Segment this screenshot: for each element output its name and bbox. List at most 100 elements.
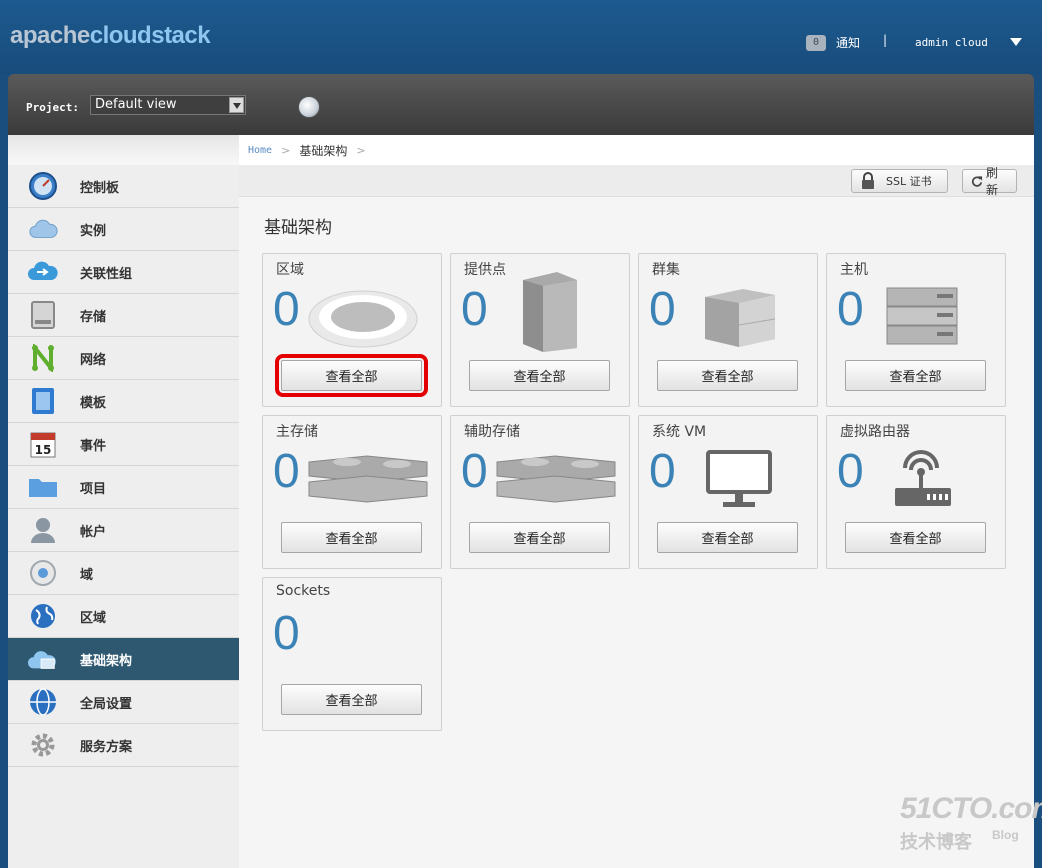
chevron-right-icon: > (281, 143, 291, 157)
network-icon (28, 343, 58, 373)
card-title: 辅助存储 (464, 424, 520, 440)
notifications-count-badge: 0 (806, 34, 826, 51)
globe-icon (28, 601, 58, 631)
sidebar-item-label: 关联性组 (80, 266, 133, 282)
sidebar-item[interactable]: 关联性组 (8, 251, 239, 294)
sidebar-item-label: 区域 (80, 610, 107, 626)
router-icon (891, 448, 953, 512)
lock-icon (862, 172, 874, 189)
global-settings-icon (28, 687, 58, 717)
cluster-icon (703, 287, 779, 353)
sidebar-item[interactable]: 服务方案 (8, 724, 239, 767)
infrastructure-card: Sockets 0 查看全部 (262, 577, 442, 731)
monitor-icon (705, 449, 773, 513)
project-label: Project: (26, 101, 79, 114)
breadcrumb-home[interactable]: Home (248, 145, 272, 156)
user-icon (28, 515, 58, 545)
page-title: 基础架构 (264, 218, 332, 238)
sidebar-item-label: 存储 (80, 309, 107, 325)
view-all-button[interactable]: 查看全部 (845, 360, 986, 391)
view-all-button[interactable]: 查看全部 (469, 522, 610, 553)
watermark-blog: Blog (992, 828, 1019, 842)
sidebar-item[interactable]: 帐户 (8, 509, 239, 552)
view-all-button[interactable]: 查看全部 (657, 360, 798, 391)
pod-icon (519, 270, 583, 356)
globe-icon[interactable] (298, 96, 320, 118)
infrastructure-card: 主机 0 查看全部 (826, 253, 1006, 407)
sidebar-item-label: 网络 (80, 352, 107, 368)
sidebar-item-label: 实例 (80, 223, 107, 239)
view-all-button[interactable]: 查看全部 (281, 684, 422, 715)
card-title: 提供点 (464, 262, 506, 278)
sidebar-item-label: 域 (80, 567, 94, 583)
sidebar-item[interactable]: 15 事件 (8, 423, 239, 466)
infrastructure-card: 虚拟路由器 0 查看全部 (826, 415, 1006, 569)
infrastructure-card: 区域 0 查看全部 (262, 253, 442, 407)
card-count: 0 (461, 283, 488, 336)
sidebar-item[interactable]: 全局设置 (8, 681, 239, 724)
card-count: 0 (837, 283, 864, 336)
card-count: 0 (837, 445, 864, 498)
sidebar-item[interactable]: 基础架构 (8, 638, 239, 681)
sidebar-item-label: 全局设置 (80, 696, 133, 712)
card-count: 0 (273, 445, 300, 498)
action-bar: SSL 证书 刷新 (239, 165, 1034, 197)
card-title: 主机 (840, 262, 868, 278)
sidebar-item-label: 基础架构 (80, 653, 133, 669)
main-content: Home > 基础架构 > SSL 证书 刷新 基础架构 区域 0 查看全部 提供点 0… (239, 135, 1034, 868)
sidebar-item[interactable]: 区域 (8, 595, 239, 638)
notifications-button[interactable]: 0 通知 (806, 34, 860, 51)
zone-icon (307, 287, 419, 353)
sidebar-item-label: 帐户 (80, 524, 107, 540)
view-all-button[interactable]: 查看全部 (845, 522, 986, 553)
svg-text:15: 15 (35, 443, 52, 457)
sidebar-item[interactable]: 存储 (8, 294, 239, 337)
card-title: Sockets (276, 583, 331, 599)
view-all-button[interactable]: 查看全部 (281, 522, 422, 553)
sidebar-item[interactable]: 实例 (8, 208, 239, 251)
view-all-button[interactable]: 查看全部 (275, 354, 428, 397)
sidebar-item[interactable]: 项目 (8, 466, 239, 509)
ssl-certificate-label: SSL 证书 (886, 175, 932, 188)
calendar-icon: 15 (28, 429, 58, 459)
domain-icon (28, 558, 58, 588)
card-title: 区域 (276, 262, 304, 278)
cloudstack-logo[interactable]: apachecloudstack (10, 22, 211, 50)
notifications-label: 通知 (836, 36, 861, 50)
project-select[interactable]: Default view (90, 95, 246, 115)
storage-icon (28, 300, 58, 330)
card-count: 0 (273, 283, 300, 336)
card-title: 群集 (652, 262, 680, 278)
card-title: 主存储 (276, 424, 318, 440)
project-select-value: Default view (95, 97, 177, 112)
watermark: 51CTO.com 技术博客 Blog (900, 792, 1042, 854)
infrastructure-card: 系统 VM 0 查看全部 (638, 415, 818, 569)
sidebar-item[interactable]: 域 (8, 552, 239, 595)
refresh-button[interactable]: 刷新 (962, 166, 1017, 197)
project-toolbar: Project: Default view (8, 74, 1034, 135)
card-count: 0 (273, 607, 300, 660)
ssl-certificate-button[interactable]: SSL 证书 (851, 169, 948, 193)
gear-icon (28, 730, 58, 760)
user-menu-caret-icon[interactable] (1010, 38, 1022, 46)
watermark-subtitle: 技术博客 (900, 832, 972, 852)
breadcrumb-current[interactable]: 基础架构 (299, 142, 347, 159)
folder-icon (28, 472, 58, 502)
view-all-button[interactable]: 查看全部 (469, 360, 610, 391)
infrastructure-icon (28, 644, 58, 674)
sidebar-item-label: 服务方案 (80, 739, 133, 755)
sidebar-item[interactable]: 模板 (8, 380, 239, 423)
sidebar: 控制板实例关联性组存储网络模板 15 事件 项目帐户域区域基础架构全局设置服务方案 (8, 135, 239, 868)
card-title: 虚拟路由器 (840, 424, 910, 440)
chevron-down-icon[interactable] (229, 97, 244, 113)
view-all-button[interactable]: 查看全部 (657, 522, 798, 553)
user-menu-label[interactable]: admin cloud (915, 36, 988, 49)
card-count: 0 (649, 283, 676, 336)
affinity-group-icon (28, 257, 58, 287)
dashboard-icon (28, 171, 58, 201)
card-count: 0 (461, 445, 488, 498)
sidebar-item[interactable]: 控制板 (8, 165, 239, 208)
refresh-label: 刷新 (985, 166, 998, 197)
sidebar-item-label: 模板 (80, 395, 107, 411)
sidebar-item[interactable]: 网络 (8, 337, 239, 380)
